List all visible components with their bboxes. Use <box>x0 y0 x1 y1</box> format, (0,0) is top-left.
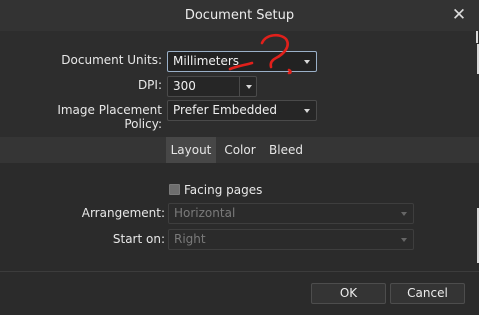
window-edge <box>476 31 478 43</box>
dialog-title: Document Setup <box>184 8 295 23</box>
dpi-label: DPI: <box>137 78 162 92</box>
image-placement-label: Image Placement Policy: <box>57 103 162 131</box>
image-placement-value: Prefer Embedded <box>173 103 277 117</box>
start-on-label: Start on: <box>112 232 165 246</box>
dpi-dropdown-button[interactable] <box>239 77 256 96</box>
document-units-value: Millimeters <box>173 54 240 68</box>
ok-button[interactable]: OK <box>311 283 386 304</box>
image-placement-select[interactable]: Prefer Embedded <box>167 100 317 121</box>
start-on-value: Right <box>174 232 206 246</box>
tab-bar: Layout Color Bleed <box>0 137 479 163</box>
cancel-button[interactable]: Cancel <box>390 283 465 304</box>
arrangement-label: Arrangement: <box>81 206 165 220</box>
chevron-down-icon <box>246 85 252 89</box>
start-on-select[interactable]: Right <box>168 229 414 250</box>
facing-pages-label[interactable]: Facing pages <box>184 183 262 197</box>
chevron-down-icon <box>304 60 310 64</box>
facing-pages-checkbox[interactable] <box>169 184 180 195</box>
dpi-combo[interactable]: 300 <box>167 76 257 97</box>
tab-color[interactable]: Color <box>218 137 262 163</box>
arrangement-select[interactable]: Horizontal <box>168 203 414 224</box>
footer-divider <box>0 271 479 272</box>
dpi-value: 300 <box>173 79 196 93</box>
chevron-down-icon <box>401 238 407 242</box>
document-units-label: Document Units: <box>61 53 162 67</box>
tab-bleed[interactable]: Bleed <box>263 137 309 163</box>
chevron-down-icon <box>401 212 407 216</box>
arrangement-value: Horizontal <box>174 206 236 220</box>
general-settings-panel: Document Units: Millimeters DPI: 300 Ima… <box>0 31 479 137</box>
document-units-select[interactable]: Millimeters <box>167 51 317 72</box>
layout-tab-panel: Facing pages Arrangement: Horizontal Sta… <box>0 163 479 272</box>
chevron-down-icon <box>304 109 310 113</box>
title-bar: Document Setup ✕ <box>0 0 479 31</box>
tab-layout[interactable]: Layout <box>166 137 216 163</box>
close-icon[interactable]: ✕ <box>449 4 469 26</box>
